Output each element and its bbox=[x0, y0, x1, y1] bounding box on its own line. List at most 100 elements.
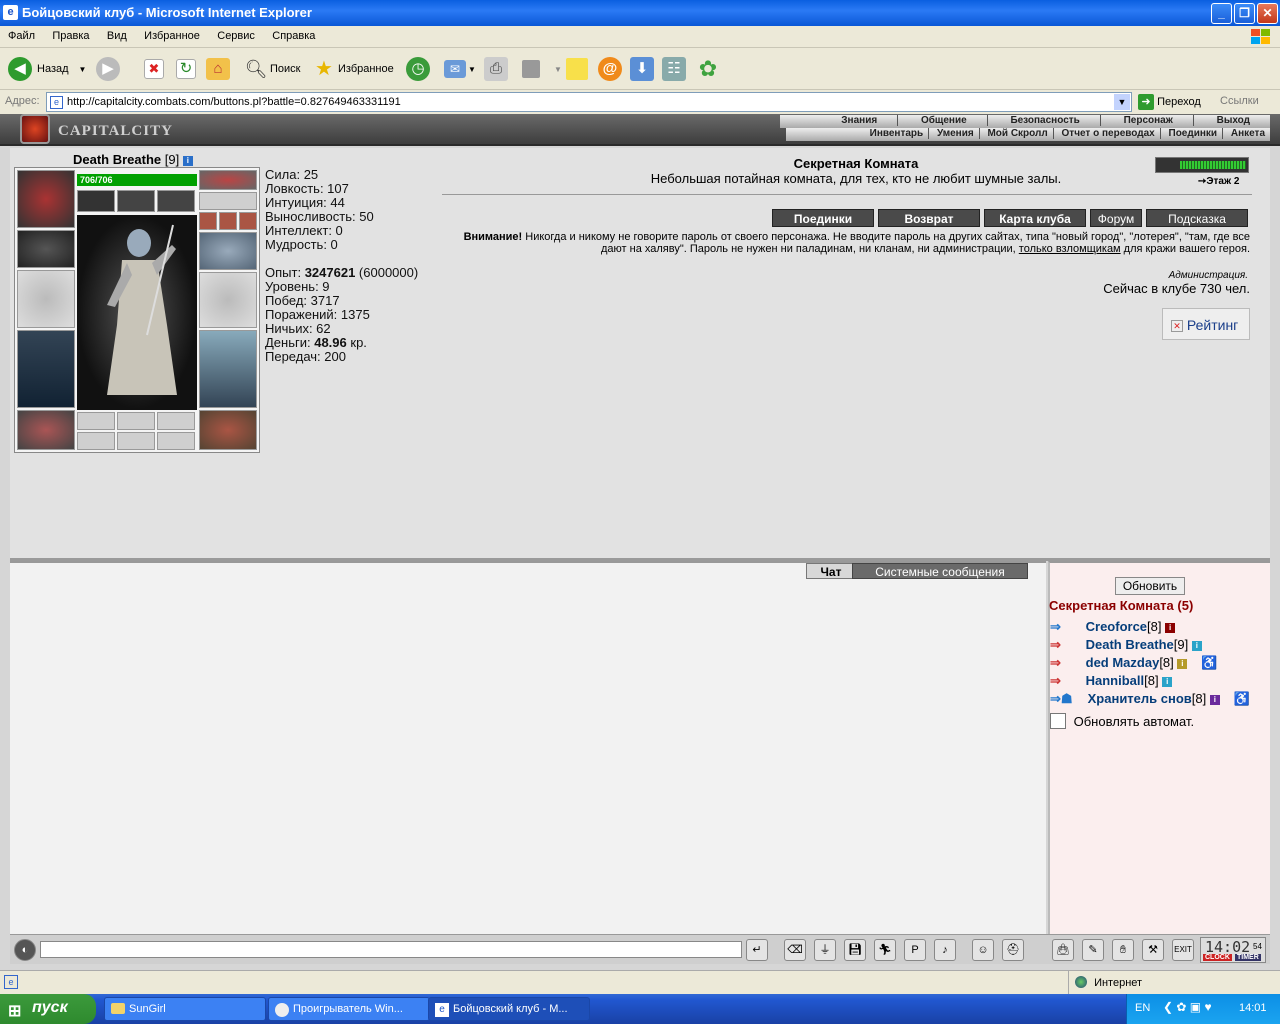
nav-communication[interactable]: Общение bbox=[901, 115, 988, 126]
user-info-icon[interactable]: i bbox=[1209, 695, 1220, 705]
rune-slot-2[interactable] bbox=[117, 432, 155, 450]
home-button[interactable]: ⌂ bbox=[206, 56, 230, 82]
tools-icon[interactable]: ⚒ bbox=[1142, 939, 1164, 961]
history-button[interactable]: ◷ bbox=[406, 56, 430, 82]
legs-slot[interactable] bbox=[199, 330, 257, 408]
belt-slot[interactable] bbox=[17, 410, 75, 450]
scroll-slot-2[interactable] bbox=[117, 190, 155, 212]
right-weapon-slot[interactable] bbox=[199, 272, 257, 328]
sound-icon[interactable]: ♪ bbox=[934, 939, 956, 961]
menu-file[interactable]: Файл bbox=[0, 26, 41, 42]
forum-button[interactable]: Форум bbox=[1090, 209, 1142, 227]
user-name[interactable]: Creoforce bbox=[1086, 619, 1147, 634]
helmet-icon[interactable]: ⛑ bbox=[1002, 939, 1024, 961]
nav-exit[interactable]: Выход bbox=[1197, 115, 1270, 126]
ring-slot-2[interactable] bbox=[219, 212, 237, 230]
cloak-slot[interactable] bbox=[17, 330, 75, 408]
at-button[interactable]: @ bbox=[598, 56, 622, 82]
print-button[interactable]: ⎙ bbox=[484, 56, 508, 82]
translit-icon[interactable]: Р bbox=[904, 939, 926, 961]
task-browser[interactable]: e Бойцовский клуб - М... bbox=[428, 997, 590, 1021]
chat-mode-icon[interactable]: ◐ bbox=[14, 939, 36, 961]
search-button[interactable]: 🔍︎ Поиск bbox=[244, 56, 301, 82]
rune-slot-1[interactable] bbox=[77, 432, 115, 450]
user-info-icon[interactable]: i bbox=[1165, 623, 1176, 633]
nav-skills[interactable]: Умения bbox=[932, 128, 980, 139]
rune-slot-3[interactable] bbox=[157, 432, 195, 450]
mail-dropdown-icon[interactable]: ▼ bbox=[468, 65, 476, 74]
links-label[interactable]: Ссылки bbox=[1220, 95, 1259, 107]
filter-icon[interactable]: ⏚ bbox=[814, 939, 836, 961]
user-info-icon[interactable]: i bbox=[1191, 641, 1202, 651]
club-map-button[interactable]: Карта клуба bbox=[984, 209, 1086, 227]
floor-link[interactable]: ➙Этаж 2 bbox=[1198, 176, 1239, 187]
close-button[interactable]: ✕ bbox=[1257, 3, 1278, 24]
auto-refresh-checkbox[interactable] bbox=[1050, 713, 1066, 729]
pocket-slot-2[interactable] bbox=[117, 412, 155, 430]
back-button[interactable]: ◀ Назад ▼ bbox=[8, 56, 86, 82]
bag-icon[interactable]: 👜︎ bbox=[1052, 939, 1074, 961]
favorites-button[interactable]: ★ Избранное bbox=[312, 56, 394, 82]
refresh-button[interactable]: ↻ bbox=[176, 56, 196, 82]
left-weapon-slot[interactable] bbox=[17, 270, 75, 328]
messenger-button[interactable]: ⬇ bbox=[630, 56, 654, 82]
scroll-icon[interactable]: ✎ bbox=[1082, 939, 1104, 961]
scroll-slot-1[interactable] bbox=[77, 190, 115, 212]
user-info-icon[interactable]: i bbox=[1177, 659, 1188, 669]
dropdown-arrow-icon[interactable]: ▼ bbox=[79, 65, 87, 74]
send-icon[interactable]: ↵ bbox=[746, 939, 768, 961]
user-name[interactable]: Hanniball bbox=[1086, 673, 1145, 688]
smiley-icon[interactable]: ☺ bbox=[972, 939, 994, 961]
private-message-icon[interactable]: ⇒☗ bbox=[1050, 691, 1084, 707]
boots-slot[interactable] bbox=[199, 410, 257, 450]
nav-security[interactable]: Безопасность bbox=[990, 115, 1101, 126]
private-message-icon[interactable]: ⇒ bbox=[1050, 619, 1074, 635]
user-name[interactable]: Death Breathe bbox=[1086, 637, 1174, 652]
task-sungirl[interactable]: SunGirl bbox=[104, 997, 266, 1021]
task-media-player[interactable]: Проигрыватель Win... bbox=[268, 997, 430, 1021]
menu-view[interactable]: Вид bbox=[99, 26, 133, 42]
menu-favorites[interactable]: Избранное bbox=[136, 26, 206, 42]
menu-tools[interactable]: Сервис bbox=[209, 26, 261, 42]
language-indicator[interactable]: EN bbox=[1135, 1002, 1150, 1014]
menu-edit[interactable]: Правка bbox=[44, 26, 95, 42]
nav-knowledge[interactable]: Знания bbox=[821, 115, 899, 126]
save-log-icon[interactable]: 💾︎ bbox=[844, 939, 866, 961]
user-name[interactable]: ded Mazday bbox=[1086, 655, 1160, 670]
ring-slot-3[interactable] bbox=[239, 212, 257, 230]
start-button[interactable]: ⊞ пуск bbox=[0, 994, 96, 1024]
user-name[interactable]: Хранитель снов bbox=[1088, 691, 1192, 706]
nav-character[interactable]: Персонаж bbox=[1104, 115, 1194, 126]
chat-input[interactable] bbox=[40, 941, 742, 958]
research-button[interactable]: ☷ bbox=[662, 56, 686, 82]
nav-profile[interactable]: Анкета bbox=[1226, 128, 1270, 139]
amulet-slot[interactable] bbox=[199, 192, 257, 210]
nav-inventory[interactable]: Инвентарь bbox=[865, 128, 930, 139]
return-button[interactable]: Возврат bbox=[878, 209, 980, 227]
pocket-slot-1[interactable] bbox=[77, 412, 115, 430]
private-message-icon[interactable]: ⇒ bbox=[1050, 673, 1074, 689]
edit-button[interactable]: ▼ bbox=[522, 56, 562, 82]
user-info-icon[interactable]: i bbox=[1162, 677, 1173, 687]
private-message-icon[interactable]: ⇒ bbox=[1050, 637, 1074, 653]
address-input[interactable]: e http://capitalcity.combats.com/buttons… bbox=[46, 92, 1132, 112]
tray-icons[interactable]: ❮ ✿ ▣ ♥ bbox=[1163, 1000, 1212, 1014]
maximize-button[interactable]: ❐ bbox=[1234, 3, 1255, 24]
hackers-link[interactable]: только взломщикам bbox=[1019, 243, 1121, 255]
chat-log[interactable] bbox=[10, 561, 1046, 934]
ring-slot-1[interactable] bbox=[199, 212, 217, 230]
hint-button[interactable]: Подсказка bbox=[1146, 209, 1248, 227]
info-icon[interactable]: i bbox=[182, 156, 193, 166]
tab-chat[interactable]: Чат bbox=[806, 563, 856, 579]
address-dropdown-icon[interactable]: ▼ bbox=[1114, 94, 1130, 110]
nav-scroll[interactable]: Мой Скролл bbox=[982, 128, 1054, 139]
stop-button[interactable]: ✖ bbox=[144, 56, 164, 82]
menu-help[interactable]: Справка bbox=[264, 26, 321, 42]
eraser-icon[interactable]: ⌫ bbox=[784, 939, 806, 961]
private-message-icon[interactable]: ⇒ bbox=[1050, 655, 1074, 671]
earrings-slot[interactable] bbox=[199, 170, 257, 190]
tab-system-messages[interactable]: Системные сообщения bbox=[852, 563, 1028, 579]
edit-dropdown-icon[interactable]: ▼ bbox=[554, 65, 562, 74]
forward-button[interactable]: ▶ bbox=[96, 56, 120, 82]
icq-button[interactable]: ✿ bbox=[696, 56, 720, 82]
